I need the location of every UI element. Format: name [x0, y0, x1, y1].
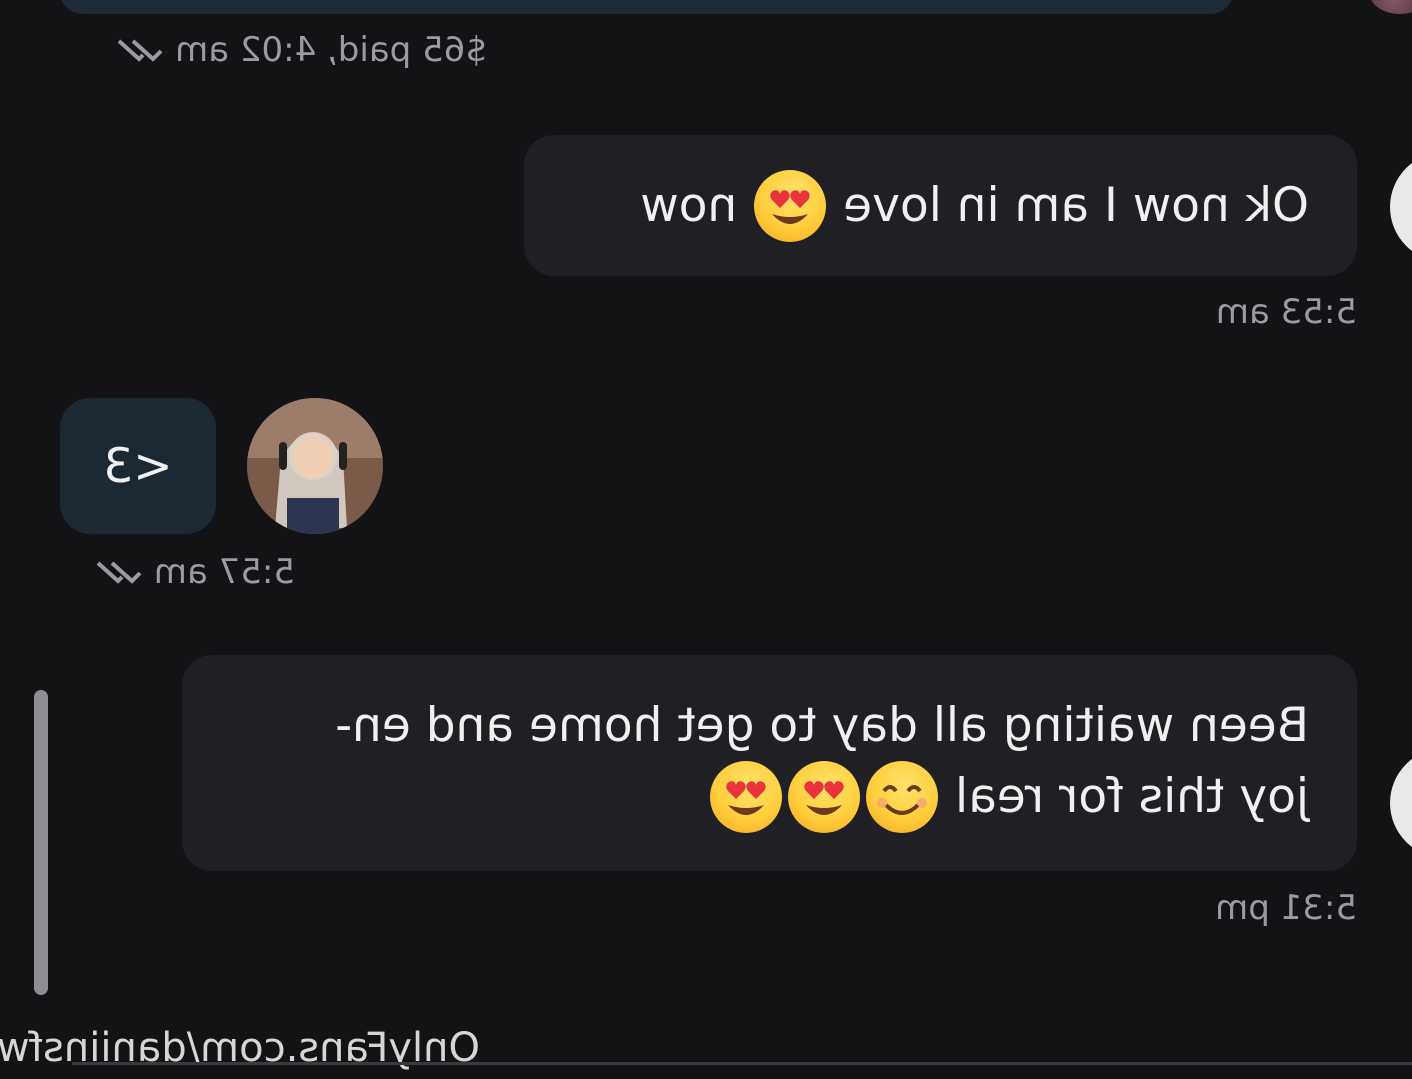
divider [72, 1062, 1412, 1065]
message-line-2: joy this for real [955, 769, 1309, 824]
heart-eyes-emoji [754, 170, 827, 242]
previous-avatar[interactable] [1370, 0, 1412, 14]
chat-screen: $65 paid, 4:02 am Ok now I am in love no… [0, 0, 1412, 1079]
sender-avatar-edge[interactable] [1390, 152, 1412, 262]
message-meta: 5:53 am [1216, 292, 1357, 332]
reply-time: 5:57 am [153, 552, 295, 592]
message-bubble[interactable]: Been waiting all day to get home and en-… [182, 655, 1357, 871]
sender-avatar-edge[interactable] [1390, 748, 1412, 858]
message-text: Ok now I am in love now [572, 170, 1309, 242]
message-text: joy this for real [230, 761, 1309, 833]
paid-timestamp: $65 paid, 4:02 am [175, 30, 487, 70]
reply-meta: 5:57 am [88, 552, 295, 592]
heart-eyes-emoji [788, 761, 861, 833]
heart-eyes-emoji [710, 761, 783, 833]
reply-text: <3 [103, 438, 173, 494]
message-time: 5:53 am [1215, 292, 1357, 332]
paid-message-meta: $65 paid, 4:02 am [109, 30, 487, 70]
avatar-image [247, 398, 383, 534]
previous-message-bubble[interactable] [59, 0, 1234, 14]
scrollbar[interactable] [34, 690, 48, 995]
message-bubble[interactable]: Ok now I am in love now [524, 135, 1357, 276]
message-text-main: Ok now I am in love [843, 178, 1309, 233]
creator-avatar[interactable] [247, 398, 383, 534]
message-time: 5:31 pm [1215, 888, 1357, 928]
message-meta: 5:31 pm [1215, 888, 1357, 928]
double-check-icon [96, 561, 142, 584]
message-text: Been waiting all day to get home and en- [230, 691, 1309, 761]
smiling-emoji [866, 761, 939, 833]
message-line-1: Been waiting all day to get home and en- [335, 698, 1309, 753]
double-check-icon [117, 39, 163, 62]
message-text-end: now [640, 178, 738, 233]
reply-bubble[interactable]: <3 [60, 398, 216, 534]
